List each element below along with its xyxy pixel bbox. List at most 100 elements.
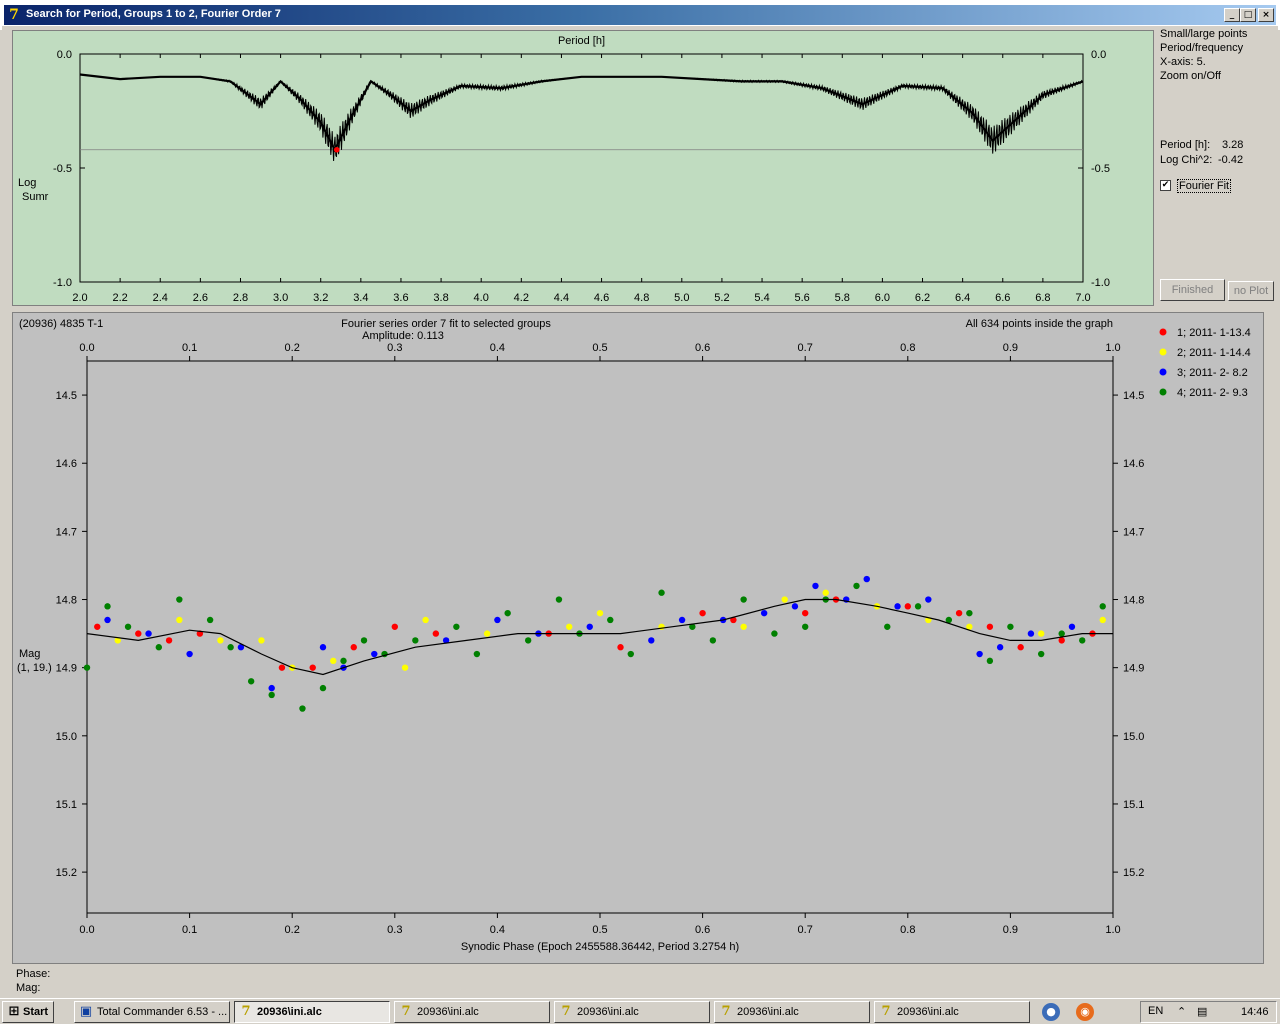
lightcurve-y-tick-label-right: 14.5 bbox=[1123, 390, 1144, 402]
lightcurve-point bbox=[791, 603, 799, 610]
firefox-icon[interactable]: ◉ bbox=[1076, 1003, 1094, 1021]
periodogram-x-title: Period [h] bbox=[558, 35, 605, 47]
side-options: Small/large points Period/frequency X-ax… bbox=[1160, 27, 1247, 83]
lightcurve-point bbox=[1027, 630, 1035, 637]
lightcurve-point bbox=[1068, 623, 1076, 630]
lightcurve-point bbox=[319, 644, 327, 651]
lightcurve-y-label: Mag bbox=[19, 648, 40, 660]
lightcurve-point bbox=[504, 609, 511, 617]
periodogram-y-tick-label: -1.0 bbox=[53, 277, 72, 289]
periodogram-panel[interactable]: Period [h] Log Sumr 2.0 2.2 2.4 2.6 2.8 3.0 3.2 3.… bbox=[12, 30, 1154, 306]
lightcurve-point bbox=[453, 623, 460, 630]
lightcurve-point bbox=[176, 616, 183, 624]
lightcurve-point bbox=[278, 664, 286, 671]
lightcurve-point bbox=[206, 616, 214, 624]
periodogram-y-tick-label-right: 0.0 bbox=[1091, 49, 1106, 61]
alc-app-icon: 7 bbox=[561, 1004, 571, 1019]
small-large-points-option[interactable]: Small/large points bbox=[1160, 27, 1247, 41]
periodogram-x-tick-label: 3.4 bbox=[353, 292, 368, 304]
periodogram-x-tick-label: 6.0 bbox=[875, 292, 890, 304]
lightcurve-y-tick-label: 14.5 bbox=[56, 390, 77, 402]
periodogram-curve-detail bbox=[79, 73, 1084, 162]
lightcurve-point bbox=[740, 596, 747, 603]
lightcurve-point bbox=[124, 623, 132, 630]
lightcurve-point bbox=[627, 650, 634, 658]
task-label: Total Commander 6.53 - ... bbox=[97, 1006, 228, 1018]
close-button[interactable]: × bbox=[1258, 8, 1274, 22]
minimize-button[interactable]: _ bbox=[1224, 8, 1240, 22]
zoom-toggle-option[interactable]: Zoom on/Off bbox=[1160, 69, 1247, 83]
lightcurve-point bbox=[986, 657, 994, 665]
lightcurve-object-label: (20936) 4835 T-1 bbox=[19, 318, 103, 330]
periodogram-x-tick-label: 5.2 bbox=[714, 292, 729, 304]
lightcurve-panel[interactable]: (20936) 4835 T-1 Fourier series order 7 f… bbox=[12, 312, 1264, 964]
taskbar-item-alc-4[interactable]: 7 20936\ini.alc bbox=[714, 1001, 870, 1023]
windows-logo-icon: ⊞ bbox=[8, 1004, 20, 1019]
app-icon: 7 bbox=[9, 7, 19, 23]
lightcurve-x-tick-label: 0.7 bbox=[798, 924, 813, 936]
lightcurve-point bbox=[350, 644, 357, 651]
lightcurve-x-tick-label-top: 0.4 bbox=[490, 342, 505, 354]
taskbar-item-alc-2[interactable]: 7 20936\ini.alc bbox=[394, 1001, 550, 1023]
lightcurve-x-tick-label: 0.3 bbox=[387, 924, 402, 936]
lightcurve-point bbox=[401, 664, 409, 671]
fourier-fit-label[interactable]: Fourier Fit bbox=[1177, 179, 1232, 193]
lightcurve-point bbox=[617, 644, 624, 651]
periodogram-x-tick-label: 3.0 bbox=[273, 292, 288, 304]
lightcurve-point bbox=[135, 630, 142, 637]
periodogram-curve bbox=[79, 73, 1084, 153]
lightcurve-point bbox=[781, 596, 788, 603]
lightcurve-point bbox=[494, 616, 501, 624]
tray-app-icon[interactable]: ● bbox=[1042, 1003, 1060, 1021]
taskbar-item-alc-3[interactable]: 7 20936\ini.alc bbox=[554, 1001, 710, 1023]
lightcurve-point bbox=[145, 630, 152, 637]
lightcurve-plot-frame bbox=[86, 360, 1114, 914]
legend-label: 4; 2011- 2- 9.3 bbox=[1177, 387, 1248, 399]
taskbar-item-total-commander[interactable]: ▣ Total Commander 6.53 - ... bbox=[74, 1001, 230, 1023]
taskbar-item-alc-5[interactable]: 7 20936\ini.alc bbox=[874, 1001, 1030, 1023]
mag-status: Mag: bbox=[16, 982, 41, 994]
legend-label: 3; 2011- 2- 8.2 bbox=[1177, 367, 1248, 379]
lightcurve-chart[interactable]: (20936) 4835 T-1 Fourier series order 7 f… bbox=[13, 313, 1263, 963]
periodogram-x-tick-label: 4.8 bbox=[634, 292, 649, 304]
lightcurve-point bbox=[1058, 637, 1065, 644]
no-plot-button[interactable]: no Plot bbox=[1228, 281, 1274, 301]
start-label: Start bbox=[23, 1006, 49, 1018]
network-icon[interactable]: ▤ bbox=[1197, 1005, 1207, 1018]
lightcurve-point bbox=[976, 650, 983, 658]
periodogram-x-tick-label: 4.4 bbox=[554, 292, 569, 304]
lightcurve-x-tick-label: 0.0 bbox=[79, 924, 94, 936]
total-commander-icon: ▣ bbox=[79, 1004, 93, 1019]
lightcurve-point bbox=[802, 609, 809, 617]
legend-marker bbox=[1159, 388, 1167, 396]
alc-app-icon: 7 bbox=[721, 1004, 731, 1019]
lightcurve-point bbox=[473, 650, 481, 658]
periodogram-chart[interactable]: Period [h] Log Sumr 2.0 2.2 2.4 2.6 2.8 3.0 3.2 3.… bbox=[13, 31, 1153, 305]
lightcurve-point bbox=[771, 630, 778, 637]
periodogram-x-tick-label: 5.8 bbox=[835, 292, 850, 304]
lightcurve-amplitude: Amplitude: 0.113 bbox=[362, 330, 444, 342]
periodogram-x-tick-label: 3.6 bbox=[393, 292, 408, 304]
lightcurve-point bbox=[1037, 650, 1045, 658]
fourier-fit-checkbox[interactable]: ✔ bbox=[1160, 180, 1171, 191]
periodogram-x-tick-label: 7.0 bbox=[1075, 292, 1090, 304]
finished-button[interactable]: Finished bbox=[1160, 279, 1225, 301]
lightcurve-point bbox=[391, 623, 398, 630]
periodogram-y-label: Log bbox=[18, 177, 36, 189]
taskbar-item-alc-active[interactable]: 7 20936\ini.alc bbox=[234, 1001, 390, 1023]
clock[interactable]: 14:46 bbox=[1241, 1006, 1269, 1018]
lightcurve-point bbox=[94, 623, 101, 630]
legend-marker bbox=[1159, 328, 1167, 336]
maximize-button[interactable]: □ bbox=[1240, 8, 1256, 22]
lightcurve-x-tick-label-top: 0.8 bbox=[900, 342, 915, 354]
lightcurve-point bbox=[996, 644, 1004, 651]
show-hidden-icons-icon[interactable]: ⌃ bbox=[1177, 1005, 1186, 1018]
lightcurve-point bbox=[299, 705, 306, 712]
lightcurve-point bbox=[802, 623, 809, 630]
period-frequency-option[interactable]: Period/frequency bbox=[1160, 41, 1247, 55]
lightcurve-x-tick-label: 0.1 bbox=[182, 924, 197, 936]
lightcurve-x-tick-label-top: 0.2 bbox=[285, 342, 300, 354]
start-button[interactable]: ⊞ Start bbox=[2, 1001, 54, 1023]
periodogram-x-tick-label: 3.8 bbox=[433, 292, 448, 304]
x-axis-option[interactable]: X-axis: 5. bbox=[1160, 55, 1247, 69]
